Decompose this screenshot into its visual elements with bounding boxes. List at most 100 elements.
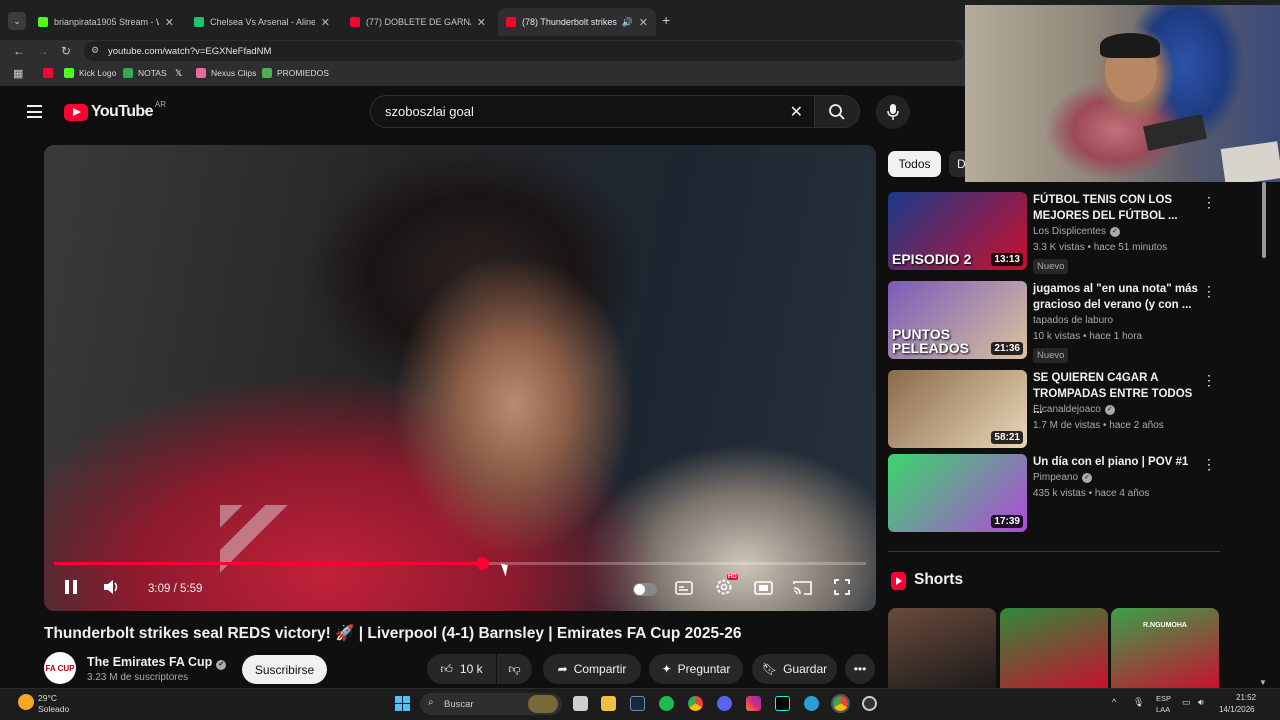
task-view-icon[interactable] <box>573 696 588 711</box>
tab-3-active[interactable]: (78) Thunderbolt strikes sea 🔊 ✕ <box>498 8 656 36</box>
short-thumbnail[interactable]: R.NGUMOHA <box>1111 608 1219 690</box>
spotify-icon[interactable] <box>659 696 674 711</box>
address-bar[interactable]: ⚙ youtube.com/watch?v=EGXNeFfadNM <box>84 41 964 61</box>
theater-mode-button[interactable] <box>754 581 773 598</box>
more-actions-button[interactable]: ••• <box>845 654 875 684</box>
tab-search-dropdown-icon[interactable]: ⌄ <box>8 12 26 30</box>
bookmark-nexus-clips[interactable]: Nexus Clips <box>196 68 256 78</box>
more-vertical-icon[interactable]: ⋮ <box>1202 456 1216 473</box>
reload-icon[interactable]: ↻ <box>61 44 71 58</box>
video-thumbnail[interactable]: EPISODIO 2 13:13 <box>888 192 1027 270</box>
show-hidden-icons-icon[interactable]: ^ <box>1112 697 1116 707</box>
bookmark-kick-logo[interactable]: Kick Logo <box>64 68 116 78</box>
bookmark-promiedos[interactable]: PROMIEDOS <box>262 68 329 78</box>
keyboard-language[interactable]: ESP <box>1156 694 1171 703</box>
save-label: Guardar <box>783 662 828 676</box>
recommendation-item[interactable]: 17:39 Un día con el piano | POV #1 Pimpe… <box>888 454 1220 534</box>
volume-icon[interactable]: 🔊︎ <box>1198 697 1204 708</box>
fullscreen-button[interactable] <box>834 579 850 598</box>
recommendation-title[interactable]: Un día con el piano | POV #1 <box>1033 454 1198 470</box>
autoplay-toggle[interactable] <box>633 583 657 596</box>
clock-date[interactable]: 14/1/2026 <box>1219 705 1255 714</box>
video-player[interactable]: 3:09 / 5:59 HD <box>44 145 876 611</box>
subtitles-button[interactable] <box>675 581 693 598</box>
file-explorer-icon[interactable] <box>601 696 616 711</box>
microphone-icon[interactable]: 🎙︎ <box>1133 697 1144 708</box>
youtube-logo[interactable]: YouTube AR <box>64 100 166 121</box>
weather-temperature[interactable]: 29°C <box>38 693 57 703</box>
tiktok-icon[interactable] <box>775 696 790 711</box>
forward-icon[interactable]: → <box>37 44 49 58</box>
speaker-icon[interactable]: 🔊 <box>622 17 633 28</box>
more-vertical-icon[interactable]: ⋮ <box>1202 194 1216 211</box>
close-tab-icon[interactable]: ✕ <box>165 16 174 29</box>
more-vertical-icon[interactable]: ⋮ <box>1202 372 1216 389</box>
keyboard-layout[interactable]: LAA <box>1156 705 1170 714</box>
short-thumbnail[interactable] <box>1000 608 1108 690</box>
short-thumbnail[interactable] <box>888 608 996 690</box>
close-tab-icon[interactable]: ✕ <box>477 16 486 29</box>
tab-1[interactable]: Chelsea Vs Arsenal - Alineación ✕ <box>186 8 338 36</box>
scroll-down-arrow-icon[interactable]: ▼ <box>1259 678 1267 687</box>
subscribe-button[interactable]: Suscribirse <box>242 655 327 684</box>
more-vertical-icon[interactable]: ⋮ <box>1202 283 1216 300</box>
recommendation-item[interactable]: EPISODIO 2 13:13 FÚTBOL TENIS CON LOS ME… <box>888 192 1220 274</box>
site-info-icon[interactable]: ⚙ <box>91 45 99 56</box>
menu-icon[interactable] <box>27 105 42 118</box>
windows-start-icon[interactable] <box>395 696 410 711</box>
sun-weather-icon[interactable] <box>18 694 34 710</box>
chip-todos[interactable]: Todos <box>888 151 941 177</box>
bookmark-youtube[interactable] <box>43 68 58 78</box>
steam-icon[interactable] <box>630 696 645 711</box>
network-icon[interactable]: ▭ <box>1182 697 1191 708</box>
back-icon[interactable]: ← <box>13 44 25 58</box>
save-button[interactable]: 🔖︎ Guardar <box>752 654 837 684</box>
recommendation-title[interactable]: FÚTBOL TENIS CON LOS MEJORES DEL FÚTBOL … <box>1033 192 1198 224</box>
voice-search-button[interactable] <box>876 95 910 129</box>
recommendation-channel[interactable]: Elcanaldejoaco ✓ <box>1033 404 1115 415</box>
clear-search-icon[interactable]: ✕ <box>790 102 803 122</box>
instagram-icon[interactable] <box>746 696 761 711</box>
recommendation-channel[interactable]: Los Displicentes ✓ <box>1033 226 1120 237</box>
clock-time[interactable]: 21:52 <box>1236 693 1256 702</box>
video-thumbnail[interactable]: PUNTOS PELEADOS 21:36 <box>888 281 1027 359</box>
channel-avatar[interactable]: FA CUP <box>44 652 76 684</box>
like-button[interactable]: 👍︎ 10 k <box>427 654 496 684</box>
settings-button[interactable]: HD <box>714 574 738 600</box>
scrubber-handle[interactable] <box>475 557 489 570</box>
video-thumbnail[interactable]: 17:39 <box>888 454 1027 532</box>
dislike-button[interactable]: 👎︎ <box>497 654 532 684</box>
close-tab-icon[interactable]: ✕ <box>639 16 648 29</box>
taskbar-search-box[interactable]: ⌕ Buscar <box>420 693 562 715</box>
bookmark-notas[interactable]: NOTAS <box>123 68 167 78</box>
progress-bar[interactable] <box>54 557 866 570</box>
discord-icon[interactable] <box>717 696 732 711</box>
recommendation-channel[interactable]: tapados de laburo <box>1033 315 1113 326</box>
chrome-icon[interactable] <box>688 696 703 711</box>
recommendation-item[interactable]: 58:21 SE QUIEREN C4GAR A TROMPADAS ENTRE… <box>888 370 1220 450</box>
pause-button[interactable] <box>64 579 78 598</box>
new-tab-icon[interactable]: + <box>662 12 670 28</box>
share-button[interactable]: ➦ Compartir <box>543 654 641 684</box>
recommendation-title[interactable]: jugamos al "en una nota" más gracioso de… <box>1033 281 1198 313</box>
obs-icon[interactable] <box>862 696 877 711</box>
recommendation-item[interactable]: PUNTOS PELEADOS 21:36 jugamos al "en una… <box>888 281 1220 363</box>
bookmark-x[interactable]: 𝕏 <box>175 68 190 78</box>
cast-button[interactable] <box>793 580 812 598</box>
close-tab-icon[interactable]: ✕ <box>321 16 330 29</box>
sidebar-scrollbar[interactable] <box>1262 182 1266 258</box>
weather-description[interactable]: Soleado <box>38 704 69 714</box>
chrome-active-icon[interactable] <box>831 694 850 713</box>
volume-button[interactable] <box>103 579 121 598</box>
app-icon[interactable] <box>804 696 819 711</box>
ask-button[interactable]: ✦ Preguntar <box>649 654 743 684</box>
tab-0[interactable]: brianpirata1905 Stream - Watch ✕ <box>30 8 182 36</box>
search-input[interactable]: szoboszlai goal ✕ <box>370 95 816 128</box>
recommendation-channel[interactable]: Pimpeano ✓ <box>1033 472 1093 483</box>
apps-grid-icon[interactable]: ▦ <box>13 67 23 80</box>
video-thumbnail[interactable]: 58:21 <box>888 370 1027 448</box>
tab-2[interactable]: (77) DOBLETE DE GARNACHO ✕ <box>342 8 494 36</box>
channel-name[interactable]: The Emirates FA Cup ✓ <box>87 655 227 670</box>
search-button[interactable] <box>814 95 860 128</box>
time-display: 3:09 / 5:59 <box>148 583 203 595</box>
